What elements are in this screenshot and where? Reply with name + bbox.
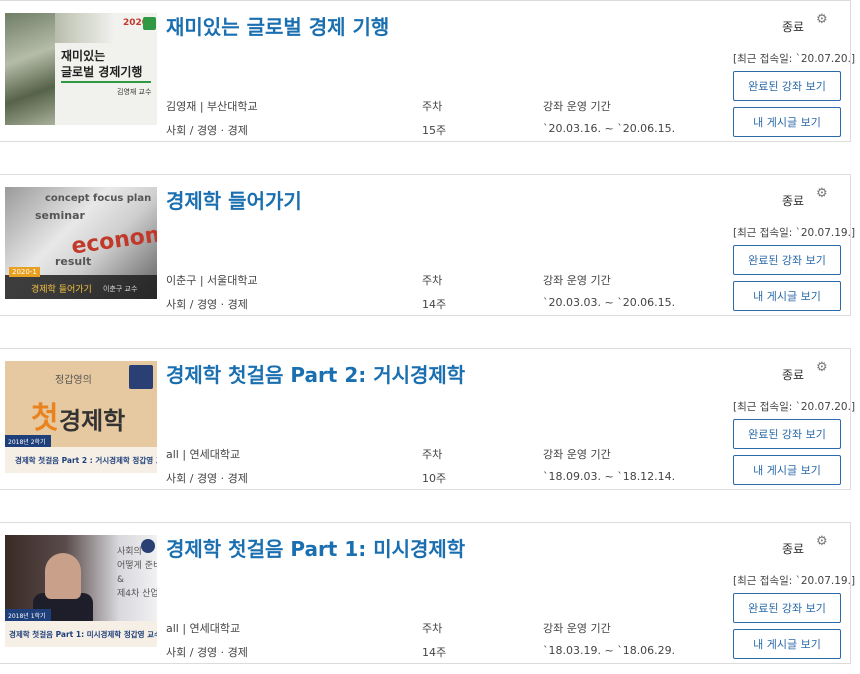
thumbnail-logo bbox=[143, 17, 156, 30]
course-title[interactable]: 경제학 첫걸음 Part 2: 거시경제학 bbox=[166, 359, 465, 388]
period-label: 강좌 운영 기간 bbox=[543, 100, 611, 113]
thumbnail-decoration: result bbox=[55, 255, 92, 268]
status-badge: 종료 bbox=[782, 20, 805, 34]
weeks-label: 주차 bbox=[422, 100, 443, 113]
course-card: 정갑영의 첫 경제학 2018년 2학기 경제학 첫걸음 Part 2 : 거시… bbox=[0, 348, 855, 490]
course-category: 사회 / 경영 · 경제 bbox=[166, 472, 248, 485]
last-access-date: [최근 접속일: `20.07.20.] bbox=[733, 401, 856, 413]
thumbnail-professor: 이춘구 교수 bbox=[103, 285, 138, 293]
gear-icon[interactable]: ⚙ bbox=[816, 186, 828, 201]
course-thumbnail[interactable]: 사회의어떻게 준비&제4차 산업혁 2018년 1학기 경제학 첫걸음 Part… bbox=[5, 535, 157, 647]
thumbnail-text: 글로벌 경제기행 bbox=[61, 65, 143, 79]
period-value: `20.03.03. ~ `20.06.15. bbox=[543, 296, 676, 309]
thumbnail-caption: 경제학 들어가기 bbox=[31, 285, 92, 295]
course-instructor: all | 연세대학교 bbox=[166, 448, 241, 461]
course-category: 사회 / 경영 · 경제 bbox=[166, 298, 248, 311]
weeks-value: 15주 bbox=[422, 124, 447, 137]
gear-icon[interactable]: ⚙ bbox=[816, 360, 828, 375]
view-completed-course-button[interactable]: 완료된 강좌 보기 bbox=[733, 71, 841, 101]
course-card: 사회의어떻게 준비&제4차 산업혁 2018년 1학기 경제학 첫걸음 Part… bbox=[0, 522, 855, 664]
course-thumbnail[interactable]: 2020 재미있는 글로벌 경제기행 김영재 교수 bbox=[5, 13, 157, 125]
my-posts-button[interactable]: 내 게시글 보기 bbox=[733, 629, 841, 659]
course-title[interactable]: 경제학 첫걸음 Part 1: 미시경제학 bbox=[166, 533, 465, 562]
weeks-value: 14주 bbox=[422, 298, 447, 311]
status-badge: 종료 bbox=[782, 194, 805, 208]
thumbnail-decoration: 사회의어떻게 준비&제4차 산업혁 bbox=[117, 547, 157, 599]
thumbnail-text: 정갑영의 bbox=[55, 375, 92, 386]
period-value: `18.09.03. ~ `18.12.14. bbox=[543, 470, 676, 483]
thumbnail-caption: 경제학 첫걸음 Part 1: 미시경제학 정갑영 교수님 bbox=[9, 630, 157, 639]
thumbnail-caption: 경제학 첫걸음 Part 2 : 거시경제학 정갑영 교수 bbox=[15, 456, 157, 465]
course-instructor: 김영재 | 부산대학교 bbox=[166, 100, 258, 113]
period-label: 강좌 운영 기간 bbox=[543, 274, 611, 287]
course-title[interactable]: 경제학 들어가기 bbox=[166, 185, 302, 214]
view-completed-course-button[interactable]: 완료된 강좌 보기 bbox=[733, 419, 841, 449]
weeks-value: 14주 bbox=[422, 646, 447, 659]
period-label: 강좌 운영 기간 bbox=[543, 622, 611, 635]
weeks-label: 주차 bbox=[422, 274, 443, 287]
thumbnail-decoration: concept focus plan bbox=[45, 193, 152, 204]
thumbnail-term: 2018년 2학기 bbox=[5, 435, 51, 447]
period-value: `20.03.16. ~ `20.06.15. bbox=[543, 122, 676, 135]
my-posts-button[interactable]: 내 게시글 보기 bbox=[733, 455, 841, 485]
course-title[interactable]: 재미있는 글로벌 경제 기행 bbox=[166, 11, 389, 40]
thumbnail-year: 2020-1 bbox=[9, 267, 40, 277]
course-card: concept focus plan seminar economy resul… bbox=[0, 174, 855, 316]
thumbnail-text: economy bbox=[69, 219, 157, 260]
thumbnail-professor: 김영재 교수 bbox=[117, 88, 152, 96]
last-access-date: [최근 접속일: `20.07.19.] bbox=[733, 227, 856, 239]
course-thumbnail[interactable]: 정갑영의 첫 경제학 2018년 2학기 경제학 첫걸음 Part 2 : 거시… bbox=[5, 361, 157, 473]
weeks-value: 10주 bbox=[422, 472, 447, 485]
my-posts-button[interactable]: 내 게시글 보기 bbox=[733, 107, 841, 137]
status-badge: 종료 bbox=[782, 368, 805, 382]
university-seal-icon bbox=[129, 365, 153, 389]
gear-icon[interactable]: ⚙ bbox=[816, 12, 828, 27]
thumbnail-text: 경제학 bbox=[59, 407, 126, 435]
course-category: 사회 / 경영 · 경제 bbox=[166, 646, 248, 659]
course-card: 2020 재미있는 글로벌 경제기행 김영재 교수 재미있는 글로벌 경제 기행… bbox=[0, 0, 855, 142]
course-thumbnail[interactable]: concept focus plan seminar economy resul… bbox=[5, 187, 157, 299]
university-seal-icon bbox=[141, 539, 155, 553]
my-posts-button[interactable]: 내 게시글 보기 bbox=[733, 281, 841, 311]
weeks-label: 주차 bbox=[422, 448, 443, 461]
course-instructor: 이춘구 | 서울대학교 bbox=[166, 274, 258, 287]
thumbnail-decoration: seminar bbox=[35, 209, 85, 222]
thumbnail-decoration bbox=[5, 13, 55, 125]
last-access-date: [최근 접속일: `20.07.20.] bbox=[733, 53, 856, 65]
course-instructor: all | 연세대학교 bbox=[166, 622, 241, 635]
thumbnail-text: 첫 bbox=[31, 401, 59, 436]
period-value: `18.03.19. ~ `18.06.29. bbox=[543, 644, 676, 657]
gear-icon[interactable]: ⚙ bbox=[816, 534, 828, 549]
course-category: 사회 / 경영 · 경제 bbox=[166, 124, 248, 137]
view-completed-course-button[interactable]: 완료된 강좌 보기 bbox=[733, 593, 841, 623]
thumbnail-text: 재미있는 bbox=[61, 49, 106, 63]
view-completed-course-button[interactable]: 완료된 강좌 보기 bbox=[733, 245, 841, 275]
thumbnail-decoration bbox=[45, 553, 81, 599]
thumbnail-underline bbox=[61, 81, 151, 83]
thumbnail-term: 2018년 1학기 bbox=[5, 609, 51, 621]
period-label: 강좌 운영 기간 bbox=[543, 448, 611, 461]
status-badge: 종료 bbox=[782, 542, 805, 556]
weeks-label: 주차 bbox=[422, 622, 443, 635]
last-access-date: [최근 접속일: `20.07.19.] bbox=[733, 575, 856, 587]
